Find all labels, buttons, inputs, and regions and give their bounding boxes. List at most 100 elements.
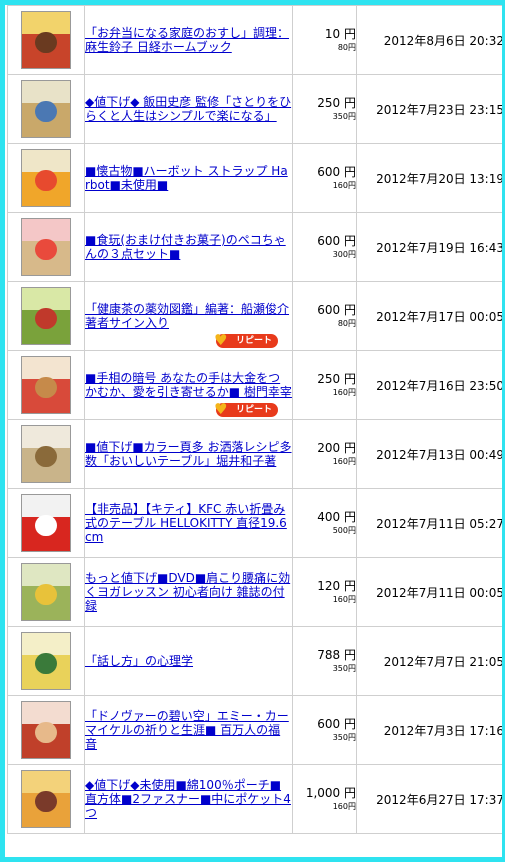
title-cell: ■食玩(おまけ付きお菓子)のペコちゃんの３点セット■ (84, 212, 293, 282)
table-row: 「お弁当になる家庭のおすし」調理：麻生鈴子 日経ホームブック 10 円 80円 … (7, 5, 502, 75)
table-row: ◆値下げ◆未使用■綿100％ポーチ■直方体■2ファスナー■中にポケット4つ 1,… (7, 764, 502, 834)
start-price: 160円 (332, 802, 356, 811)
listing-table: 「お弁当になる家庭のおすし」調理：麻生鈴子 日経ホームブック 10 円 80円 … (7, 5, 502, 834)
item-thumbnail[interactable] (21, 701, 71, 759)
item-title-link[interactable]: ■値下げ■カラー頁多 お洒落レシピ多数「おいしいテーブル」堀井和子著 (86, 440, 292, 468)
title-cell: ■手相の暗号 あなたの手は大金をつかむか、愛を引き寄せるか■ 樹門幸宰 ♥ リピー… (84, 350, 293, 420)
price-cell: 600 円 300円 (292, 212, 357, 282)
item-thumbnail[interactable] (21, 11, 71, 69)
thumbnail-cell (7, 350, 85, 420)
table-row: 【非売品】【キティ】KFC 赤い折畳み式のテーブル HELLOKITTY 直径1… (7, 488, 502, 558)
item-title-link[interactable]: 「健康茶の薬効図鑑」編著：船瀬俊介 著者サイン入り (86, 302, 292, 330)
item-title-link[interactable]: もっと値下げ■DVD■肩こり腰痛に効くヨガレッスン 初心者向け 雑誌の付録 (86, 571, 292, 613)
item-title-link[interactable]: 「ドノヴァーの碧い空」エミー・カーマイケルの祈りと生涯■ 百万人の福音 (86, 709, 292, 751)
end-date: 2012年7月20日 13:19 (356, 143, 502, 213)
end-date: 2012年8月6日 20:32 (356, 5, 502, 75)
repeat-badge: ♥ リピート (213, 331, 278, 349)
item-thumbnail[interactable] (21, 287, 71, 345)
title-cell: もっと値下げ■DVD■肩こり腰痛に効くヨガレッスン 初心者向け 雑誌の付録 (84, 557, 293, 627)
current-price: 600 円 (317, 303, 356, 317)
start-price: 300円 (332, 250, 356, 259)
item-title-link[interactable]: ■手相の暗号 あなたの手は大金をつかむか、愛を引き寄せるか■ 樹門幸宰 (86, 371, 292, 399)
thumbnail-cell (7, 281, 85, 351)
table-row: ◆値下げ◆ 飯田史彦 監修「さとりをひらくと人生はシンプルで楽になる」 250 … (7, 74, 502, 144)
item-title-link[interactable]: ■懐古物■ハーボット ストラップ Harbot■未使用■ (86, 164, 292, 192)
current-price: 600 円 (317, 234, 356, 248)
start-price: 160円 (332, 457, 356, 466)
price-cell: 400 円 500円 (292, 488, 357, 558)
current-price: 10 円 (324, 27, 356, 41)
item-title-link[interactable]: 「話し方」の心理学 (86, 654, 292, 668)
current-price: 400 円 (317, 510, 356, 524)
end-date: 2012年7月23日 23:15 (356, 74, 502, 144)
heart-icon: ♥ (213, 400, 228, 418)
end-date: 2012年7月16日 23:50 (356, 350, 502, 420)
item-thumbnail[interactable] (21, 149, 71, 207)
price-cell: 200 円 160円 (292, 419, 357, 489)
table-row: ■懐古物■ハーボット ストラップ Harbot■未使用■ 600 円 160円 … (7, 143, 502, 213)
item-thumbnail[interactable] (21, 425, 71, 483)
current-price: 600 円 (317, 165, 356, 179)
price-cell: 600 円 160円 (292, 143, 357, 213)
current-price: 250 円 (317, 372, 356, 386)
start-price: 80円 (337, 43, 356, 52)
price-cell: 1,000 円 160円 (292, 764, 357, 834)
title-cell: 「健康茶の薬効図鑑」編著：船瀬俊介 著者サイン入り ♥ リピート (84, 281, 293, 351)
item-thumbnail[interactable] (21, 563, 71, 621)
repeat-label: リピート (235, 336, 272, 346)
repeat-badge: ♥ リピート (213, 400, 278, 418)
end-date: 2012年7月17日 00:05 (356, 281, 502, 351)
item-title-link[interactable]: ◆値下げ◆ 飯田史彦 監修「さとりをひらくと人生はシンプルで楽になる」 (86, 95, 292, 123)
end-date: 2012年7月11日 05:27 (356, 488, 502, 558)
item-thumbnail[interactable] (21, 356, 71, 414)
start-price: 160円 (332, 388, 356, 397)
current-price: 250 円 (317, 96, 356, 110)
item-thumbnail[interactable] (21, 770, 71, 828)
title-cell: ■懐古物■ハーボット ストラップ Harbot■未使用■ (84, 143, 293, 213)
end-date: 2012年7月11日 00:05 (356, 557, 502, 627)
table-row: 「健康茶の薬効図鑑」編著：船瀬俊介 著者サイン入り ♥ リピート 600 円 80… (7, 281, 502, 351)
end-date: 2012年7月13日 00:49 (356, 419, 502, 489)
start-price: 350円 (332, 112, 356, 121)
listing-frame: 「お弁当になる家庭のおすし」調理：麻生鈴子 日経ホームブック 10 円 80円 … (0, 0, 505, 862)
thumbnail-cell (7, 5, 85, 75)
start-price: 350円 (332, 664, 356, 673)
heart-icon: ♥ (213, 331, 228, 349)
start-price: 500円 (332, 526, 356, 535)
thumbnail-cell (7, 74, 85, 144)
start-price: 350円 (332, 733, 356, 742)
table-row: 「話し方」の心理学 788 円 350円 2012年7月7日 21:05 (7, 626, 502, 696)
item-title-link[interactable]: 【非売品】【キティ】KFC 赤い折畳み式のテーブル HELLOKITTY 直径1… (86, 502, 292, 544)
thumbnail-cell (7, 419, 85, 489)
item-thumbnail[interactable] (21, 494, 71, 552)
table-row: ■手相の暗号 あなたの手は大金をつかむか、愛を引き寄せるか■ 樹門幸宰 ♥ リピー… (7, 350, 502, 420)
repeat-label: リピート (235, 405, 272, 415)
title-cell: 【非売品】【キティ】KFC 赤い折畳み式のテーブル HELLOKITTY 直径1… (84, 488, 293, 558)
price-cell: 250 円 160円 (292, 350, 357, 420)
price-cell: 250 円 350円 (292, 74, 357, 144)
item-thumbnail[interactable] (21, 632, 71, 690)
start-price: 80円 (337, 319, 356, 328)
thumbnail-cell (7, 764, 85, 834)
current-price: 1,000 円 (305, 786, 356, 800)
item-title-link[interactable]: 「お弁当になる家庭のおすし」調理：麻生鈴子 日経ホームブック (86, 26, 292, 54)
item-thumbnail[interactable] (21, 218, 71, 276)
title-cell: 「お弁当になる家庭のおすし」調理：麻生鈴子 日経ホームブック (84, 5, 293, 75)
current-price: 200 円 (317, 441, 356, 455)
current-price: 120 円 (317, 579, 356, 593)
table-row: 「ドノヴァーの碧い空」エミー・カーマイケルの祈りと生涯■ 百万人の福音 600 … (7, 695, 502, 765)
table-row: ■食玩(おまけ付きお菓子)のペコちゃんの３点セット■ 600 円 300円 20… (7, 212, 502, 282)
thumbnail-cell (7, 488, 85, 558)
item-title-link[interactable]: ■食玩(おまけ付きお菓子)のペコちゃんの３点セット■ (86, 233, 292, 261)
thumbnail-cell (7, 212, 85, 282)
table-row: ■値下げ■カラー頁多 お洒落レシピ多数「おいしいテーブル」堀井和子著 200 円… (7, 419, 502, 489)
current-price: 600 円 (317, 717, 356, 731)
end-date: 2012年7月19日 16:43 (356, 212, 502, 282)
item-title-link[interactable]: ◆値下げ◆未使用■綿100％ポーチ■直方体■2ファスナー■中にポケット4つ (86, 778, 292, 820)
end-date: 2012年7月3日 17:16 (356, 695, 502, 765)
item-thumbnail[interactable] (21, 80, 71, 138)
price-cell: 120 円 160円 (292, 557, 357, 627)
table-row: もっと値下げ■DVD■肩こり腰痛に効くヨガレッスン 初心者向け 雑誌の付録 12… (7, 557, 502, 627)
thumbnail-cell (7, 626, 85, 696)
price-cell: 600 円 80円 (292, 281, 357, 351)
